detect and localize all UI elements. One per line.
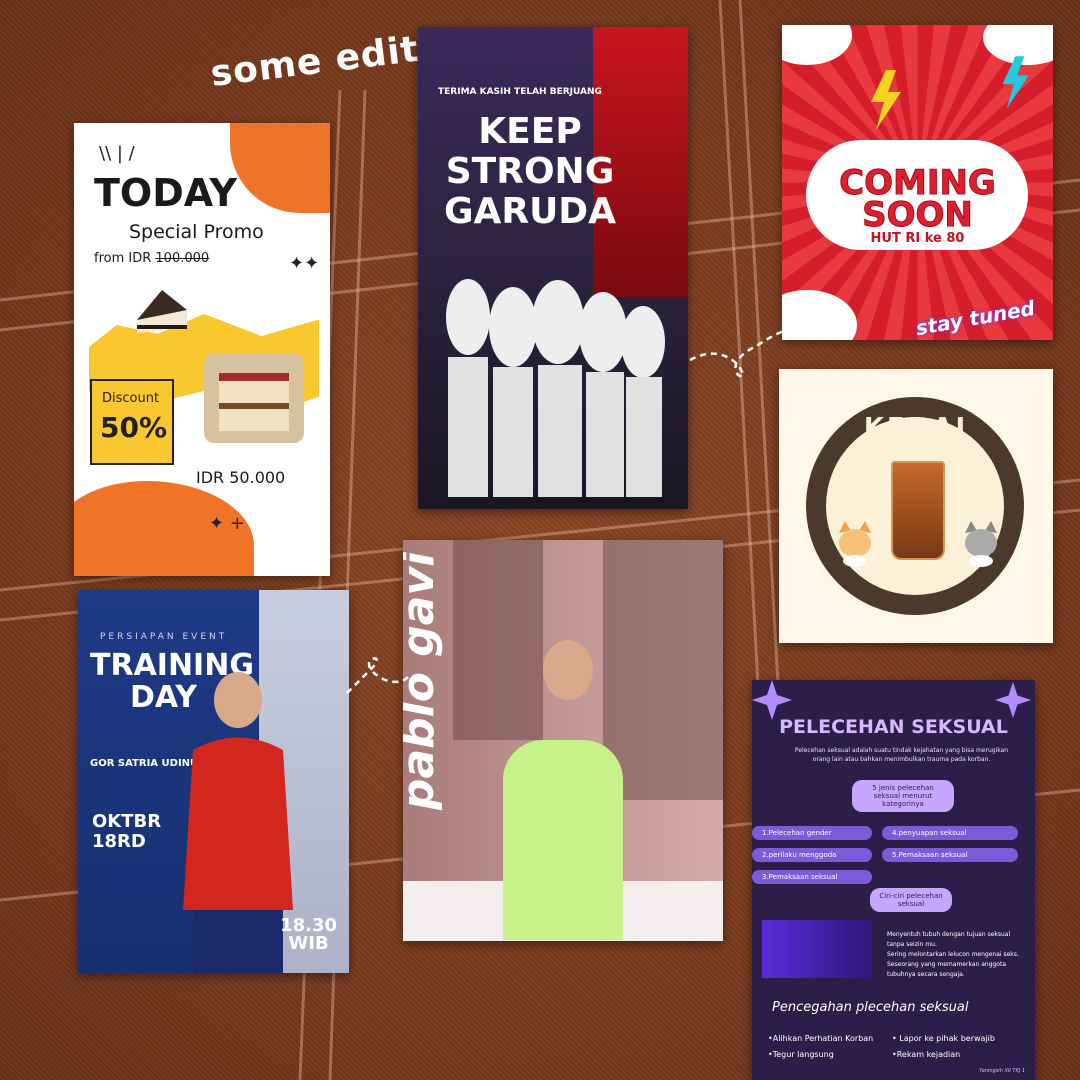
type-item: 2.perilaku menggoda xyxy=(752,848,872,862)
training-time: 18.30 WIB xyxy=(280,915,337,954)
garuda-tagline: TERIMA KASIH TELAH BERJUANG xyxy=(438,87,602,97)
signs-bubble: Ciri-ciri pelecehan seksual xyxy=(870,888,952,912)
garuda-line-2: STRONG xyxy=(445,151,615,192)
lightning-icon xyxy=(871,70,901,130)
types-bubble: 5 jenis pelecehan seksual menurut katego… xyxy=(852,780,954,812)
prevention-item: •Rekam kejadian xyxy=(892,1050,961,1059)
hut-label: HUT RI ke 80 xyxy=(870,231,965,246)
training-pre-label: PERSIAPAN EVENT xyxy=(100,632,228,642)
team-celebration-image xyxy=(446,279,665,497)
illustration-image xyxy=(762,920,872,978)
sparkle-icon: ✦✦ xyxy=(289,253,320,274)
type-item: 5.Pemaksaan seksual xyxy=(882,848,1018,862)
player-photo-left xyxy=(453,540,543,740)
player-head xyxy=(543,640,593,700)
prevention-title: Pencegahan plecehan seksual xyxy=(772,1000,969,1015)
promo-card[interactable]: \\ | / TODAY Special Promo from IDR 100.… xyxy=(74,123,330,576)
infographic-footer: Yaningsih XII TKJ 1 xyxy=(979,1068,1025,1074)
infographic-title: PELECEHAN SEKSUAL xyxy=(779,716,1008,738)
promo-old-price: from IDR 100.000 xyxy=(94,251,210,266)
type-item: 4.penyuapan seksual xyxy=(882,826,1018,840)
stay-tuned-label: stay tuned xyxy=(913,295,1037,340)
pablo-gavi-poster[interactable]: pablo gavi xyxy=(403,540,723,941)
promo-new-price: IDR 50.000 xyxy=(196,468,286,487)
garuda-poster[interactable]: TERIMA KASIH TELAH BERJUANG KEEP STRONG … xyxy=(418,27,688,509)
coming-heading: COMING SOON xyxy=(839,163,997,235)
star-icon xyxy=(752,680,792,720)
discount-badge: Discount 50% xyxy=(90,379,174,465)
signs-list: Menyentuh tubuh dengan tujuan seksual ta… xyxy=(887,931,1019,978)
infographic-intro: Pelecehan seksual adalah suatu tindak ke… xyxy=(794,747,1009,763)
logo-bottom-text: EYON xyxy=(870,557,962,587)
promo-heading: TODAY xyxy=(94,171,238,215)
player-green-kit xyxy=(503,740,623,940)
prevention-item: • Lapor ke pihak berwajib xyxy=(892,1034,995,1043)
promo-subheading: Special Promo xyxy=(129,221,264,243)
type-item: 1.Pelecehan gender xyxy=(752,826,872,840)
dashed-connector xyxy=(346,657,409,694)
logo-top-text: KEDAI xyxy=(863,413,969,443)
iced-tea-glass-icon xyxy=(891,461,945,560)
lightning-icon xyxy=(1002,56,1029,109)
pelecehan-seksual-infographic[interactable]: PELECEHAN SEKSUAL Pelecehan seksual adal… xyxy=(752,680,1035,1080)
training-date: OKTBR 18RD xyxy=(92,811,162,852)
prevention-item: •Alihkan Perhatian Korban xyxy=(768,1034,874,1043)
cake-photo xyxy=(204,353,304,443)
cloud-shape xyxy=(782,290,857,340)
coming-soon-poster[interactable]: COMING SOON HUT RI ke 80 stay tuned xyxy=(782,25,1053,340)
cake-slice-icon xyxy=(137,290,187,333)
player-photo-right xyxy=(603,540,723,800)
garuda-line-1: KEEP xyxy=(478,111,582,152)
kedai-eyon-logo[interactable]: KEDAI EYON xyxy=(779,369,1053,643)
training-day-poster[interactable]: PERSIAPAN EVENT TRAINING DAY GOR SATRIA U… xyxy=(78,590,349,973)
burst-lines-icon: \\ | / xyxy=(99,143,135,164)
prevention-item: •Tegur langsung xyxy=(768,1050,834,1059)
type-item: 3.Pemaksaan seksual xyxy=(752,870,872,884)
sparkle-icon: ✦ + xyxy=(209,513,245,534)
dashed-connector xyxy=(689,328,787,378)
cloud-shape xyxy=(782,25,852,65)
star-icon xyxy=(995,682,1031,718)
garuda-line-3: GARUDA xyxy=(443,191,617,232)
orange-blob xyxy=(230,123,330,213)
